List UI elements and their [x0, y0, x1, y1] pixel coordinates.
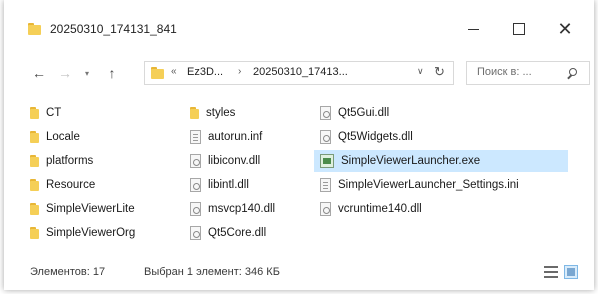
list-item[interactable]: libiconv.dll [190, 150, 260, 172]
dll-file-icon [190, 154, 201, 168]
item-count: Элементов: 17 [30, 266, 106, 278]
title-bar[interactable]: 20250310_174131_841 ✕ [4, 0, 594, 56]
breadcrumb-item-current[interactable]: 20250310_17413... [253, 66, 348, 78]
list-item[interactable]: Locale [30, 126, 80, 148]
dll-file-icon [190, 226, 201, 240]
list-item[interactable]: CT [30, 102, 61, 124]
config-file-icon [190, 130, 201, 144]
list-item[interactable]: Qt5Widgets.dll [320, 126, 413, 148]
status-bar: Элементов: 17 Выбран 1 элемент: 346 КБ [4, 262, 594, 284]
window-title: 20250310_174131_841 [50, 22, 177, 36]
item-label: SimpleViewerLite [46, 203, 135, 215]
item-label: libintl.dll [208, 179, 249, 191]
item-label: platforms [46, 155, 94, 167]
recent-locations-button[interactable]: ▾ [82, 63, 92, 83]
item-label: styles [206, 107, 236, 119]
list-item[interactable]: vcruntime140.dll [320, 198, 422, 220]
list-item[interactable]: libintl.dll [190, 174, 249, 196]
selection-info: Выбран 1 элемент: 346 КБ [144, 266, 280, 278]
item-label: SimpleViewerLauncher.exe [341, 155, 481, 167]
maximize-button[interactable] [496, 14, 542, 44]
list-item[interactable]: autorun.inf [190, 126, 262, 148]
up-button[interactable]: ↑ [104, 63, 120, 83]
navigation-bar: ← → ▾ ↑ « Ez3D... › 20250310_17413... ∨ … [4, 58, 594, 88]
application-icon [320, 154, 334, 168]
search-icon [567, 68, 577, 80]
folder-icon [30, 203, 39, 215]
forward-button[interactable]: → [56, 63, 74, 83]
list-item[interactable]: SimpleViewerOrg [30, 222, 135, 244]
item-label: SimpleViewerLauncher_Settings.ini [338, 179, 519, 191]
list-item[interactable]: styles [190, 102, 235, 124]
item-label: CT [46, 107, 62, 119]
list-item[interactable]: platforms [30, 150, 93, 172]
file-list: CT Locale platforms Resource SimpleViewe… [4, 94, 594, 254]
item-label: Qt5Widgets.dll [338, 131, 413, 143]
close-button[interactable]: ✕ [542, 14, 588, 44]
item-label: autorun.inf [208, 131, 263, 143]
minimize-icon [467, 28, 479, 30]
config-file-icon [320, 178, 331, 192]
list-item[interactable]: msvcp140.dll [190, 198, 275, 220]
arrow-left-icon: ← [32, 65, 46, 81]
dll-file-icon [190, 178, 201, 192]
list-item[interactable]: SimpleViewerLauncher_Settings.ini [320, 174, 519, 196]
dll-file-icon [320, 130, 331, 144]
list-item-selected[interactable]: SimpleViewerLauncher.exe [314, 150, 568, 172]
breadcrumb-item[interactable]: Ez3D... [187, 66, 223, 78]
list-item[interactable]: Qt5Gui.dll [320, 102, 389, 124]
refresh-icon[interactable]: ↻ [434, 64, 445, 80]
dll-file-icon [320, 202, 331, 216]
item-label: Qt5Gui.dll [338, 107, 390, 119]
folder-icon [151, 67, 164, 79]
minimize-button[interactable] [450, 14, 496, 44]
list-item[interactable]: SimpleViewerLite [30, 198, 135, 220]
overflow-chevron-icon[interactable]: « [171, 66, 177, 77]
folder-icon [30, 155, 39, 167]
folder-icon [28, 23, 41, 35]
close-icon: ✕ [557, 19, 573, 39]
search-box[interactable]: Поиск в: ... [466, 61, 590, 85]
list-item[interactable]: Qt5Core.dll [190, 222, 266, 244]
list-item[interactable]: Resource [30, 174, 95, 196]
explorer-window: 20250310_174131_841 ✕ ← → ▾ ↑ « Ez3D... … [4, 0, 594, 290]
arrow-up-icon: ↑ [108, 65, 116, 81]
dll-file-icon [190, 202, 201, 216]
back-button[interactable]: ← [30, 63, 48, 83]
maximize-icon [513, 23, 525, 35]
address-bar[interactable]: « Ez3D... › 20250310_17413... ∨ ↻ [144, 61, 454, 85]
item-label: msvcp140.dll [208, 203, 276, 215]
folder-icon [30, 107, 39, 119]
folder-icon [30, 179, 39, 191]
item-label: SimpleViewerOrg [46, 227, 136, 239]
folder-icon [30, 131, 39, 143]
large-icons-view-icon[interactable] [564, 265, 578, 279]
item-label: Locale [46, 131, 80, 143]
search-placeholder: Поиск в: ... [477, 66, 532, 78]
details-view-icon[interactable] [544, 266, 558, 278]
breadcrumb-separator-icon[interactable]: › [238, 66, 241, 77]
item-label: Qt5Core.dll [208, 227, 267, 239]
arrow-right-icon: → [58, 65, 72, 81]
chevron-down-icon: ▾ [84, 68, 89, 78]
address-dropdown-icon[interactable]: ∨ [417, 66, 424, 77]
item-label: vcruntime140.dll [338, 203, 422, 215]
folder-icon [30, 227, 39, 239]
folder-icon [190, 107, 199, 119]
dll-file-icon [320, 106, 331, 120]
item-label: Resource [46, 179, 96, 191]
item-label: libiconv.dll [208, 155, 261, 167]
